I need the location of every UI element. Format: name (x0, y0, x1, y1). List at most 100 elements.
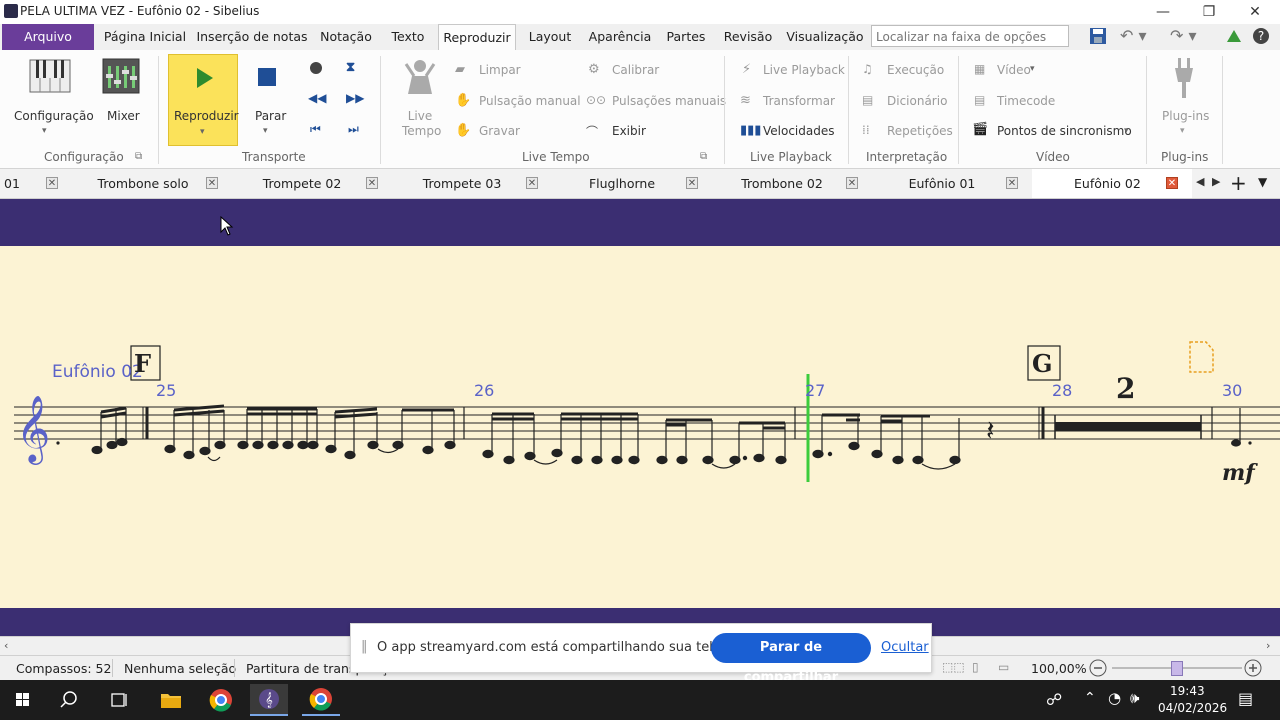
close-tab-icon[interactable]: ✕ (686, 177, 698, 189)
minimize-button[interactable]: — (1140, 0, 1186, 24)
stop-button[interactable]: Parar (255, 109, 286, 123)
close-tab-icon[interactable]: ✕ (206, 177, 218, 189)
drag-handle-icon[interactable]: ‖ (361, 639, 368, 654)
score-tab[interactable]: Trompete 02 (232, 169, 372, 198)
repeticoes-button[interactable]: Repetições (887, 124, 953, 138)
view-mode-icon[interactable]: ⬚⬚ (942, 660, 965, 674)
tab-revisao[interactable]: Revisão (718, 24, 778, 50)
calibrate-icon: ⚙ (588, 62, 600, 77)
close-tab-icon[interactable]: ✕ (846, 177, 858, 189)
search-icon[interactable] (52, 684, 90, 716)
velocidades-button[interactable]: Velocidades (763, 124, 835, 138)
chevron-up-icon[interactable]: ⌃ (1084, 690, 1096, 706)
timecode-button[interactable]: Timecode (997, 94, 1055, 108)
chrome-taskbar-icon-2[interactable] (302, 684, 340, 716)
ribbon-search-input[interactable]: Localizar na faixa de opções (871, 25, 1069, 47)
dialog-launcher-icon[interactable]: ⧉ (135, 151, 142, 162)
close-button[interactable]: ✕ (1232, 0, 1278, 24)
tab-scroll-right-icon[interactable]: ▶ (1212, 175, 1220, 188)
play-button[interactable]: Reproduzir ▾ (168, 54, 239, 146)
restore-button[interactable]: ❐ (1186, 0, 1232, 24)
score-tab[interactable]: Trompete 03 (392, 169, 532, 198)
tab-reproduzir[interactable]: Reproduzir (438, 24, 516, 51)
tab-layout[interactable]: Layout (522, 24, 578, 50)
clock-time[interactable]: 19:43 (1170, 684, 1205, 698)
volume-icon[interactable]: 🕪︎ (1130, 689, 1139, 707)
stop-sharing-button[interactable]: Parar de compartilhar (711, 633, 871, 685)
metronome-icon[interactable]: ⧗ (346, 60, 355, 75)
clock-date[interactable]: 04/02/2026 (1158, 701, 1227, 715)
triangle-up-icon[interactable] (1226, 28, 1242, 44)
tab-menu-icon[interactable]: ▼ (1258, 175, 1267, 189)
rehearsal-mark[interactable]: G (1032, 349, 1053, 378)
pontos-sincronismo-button[interactable]: Pontos de sincronismo (997, 124, 1132, 138)
go-to-start-icon[interactable]: ⏮ (310, 122, 321, 137)
tab-scroll-left-icon[interactable]: ◀ (1196, 175, 1204, 188)
gravar-button[interactable]: Gravar (479, 124, 520, 138)
score-tab[interactable]: 01 (0, 169, 34, 198)
wifi-icon[interactable]: ◔ (1108, 689, 1121, 707)
record-icon[interactable] (310, 62, 322, 74)
multirest-count[interactable]: 2 (1116, 372, 1135, 405)
file-explorer-icon[interactable] (152, 684, 190, 716)
help-icon[interactable]: ? (1252, 27, 1270, 45)
redo-icon[interactable]: ↷ ▾ (1170, 26, 1210, 46)
save-icon[interactable] (1088, 27, 1108, 45)
dialog-launcher-icon[interactable]: ⧉ (700, 151, 707, 162)
score-tab[interactable]: Eufônio 01 (872, 169, 1012, 198)
pulsacoes-manuais-button[interactable]: Pulsações manuais (612, 94, 726, 108)
tab-pagina-inicial[interactable]: Página Inicial (100, 24, 190, 50)
calibrar-button[interactable]: Calibrar (612, 63, 659, 77)
configuracao-button[interactable]: Configuração (14, 109, 94, 123)
tab-notacao[interactable]: Notação (314, 24, 378, 50)
tab-texto[interactable]: Texto (384, 24, 432, 50)
hide-share-link[interactable]: Ocultar (881, 640, 929, 655)
zoom-out-icon[interactable] (1089, 659, 1107, 677)
limpar-button[interactable]: Limpar (479, 63, 521, 77)
score-tab[interactable]: Trombone 02 (712, 169, 852, 198)
execucao-button[interactable]: Execução (887, 63, 944, 77)
exibir-button[interactable]: Exibir (612, 124, 646, 138)
people-icon[interactable]: ☍ (1046, 690, 1062, 709)
transformar-button[interactable]: Transformar (763, 94, 835, 108)
notification-icon[interactable]: ▤ (1238, 689, 1253, 708)
panorama-icon[interactable]: ▭ (998, 660, 1009, 674)
close-tab-icon[interactable]: ✕ (1006, 177, 1018, 189)
page-view-icon[interactable]: ▯ (972, 660, 979, 674)
zoom-slider-thumb[interactable] (1171, 661, 1183, 676)
fast-forward-icon[interactable]: ▶▶ (346, 91, 364, 105)
chrome-icon[interactable] (202, 684, 240, 716)
mixer-button[interactable]: Mixer (107, 109, 140, 123)
close-tab-icon[interactable]: ✕ (526, 177, 538, 189)
tab-partes[interactable]: Partes (662, 24, 710, 50)
tab-visualizacao[interactable]: Visualização (786, 24, 864, 50)
score-tab[interactable]: Fluglhorne (552, 169, 692, 198)
rehearsal-mark[interactable]: F (134, 349, 151, 378)
dynamic-marking[interactable]: mf (1222, 460, 1255, 486)
rewind-icon[interactable]: ◀◀ (308, 91, 326, 105)
tab-arquivo[interactable]: Arquivo (2, 24, 94, 50)
scroll-left-icon[interactable]: ‹ (4, 639, 8, 652)
sibelius-taskbar-icon[interactable]: 𝄞 (250, 684, 288, 716)
tab-insercao-notas[interactable]: Inserção de notas (196, 24, 308, 50)
zoom-in-icon[interactable] (1244, 659, 1262, 677)
go-to-end-icon[interactable]: ⏭ (348, 122, 359, 137)
instrument-name[interactable]: Eufônio 02 (52, 362, 143, 382)
windows-start-icon[interactable] (4, 684, 42, 716)
live-tempo-button[interactable]: Live Tempo (402, 109, 441, 139)
live-playback-button[interactable]: Live Playback (763, 63, 845, 77)
close-tab-icon[interactable]: ✕ (366, 177, 378, 189)
dicionario-button[interactable]: Dicionário (887, 94, 947, 108)
scroll-right-icon[interactable]: › (1266, 639, 1270, 652)
undo-icon[interactable]: ↶ ▾ (1120, 26, 1160, 46)
score-tab[interactable]: Trombone solo (70, 169, 216, 198)
score-paper[interactable]: 𝄞 𝄽 Eufônio 02 F G 25 26 27 28 30 2 mf (0, 246, 1280, 608)
close-tab-icon[interactable]: ✕ (1166, 177, 1178, 189)
close-tab-icon[interactable]: ✕ (46, 177, 58, 189)
plugins-button[interactable]: Plug-ins (1162, 109, 1209, 123)
tab-aparencia[interactable]: Aparência (586, 24, 654, 50)
pulsacao-manual-button[interactable]: Pulsação manual (479, 94, 581, 108)
task-view-icon[interactable] (100, 684, 138, 716)
video-button[interactable]: Vídeo (997, 63, 1031, 77)
new-tab-icon[interactable]: + (1230, 171, 1247, 195)
